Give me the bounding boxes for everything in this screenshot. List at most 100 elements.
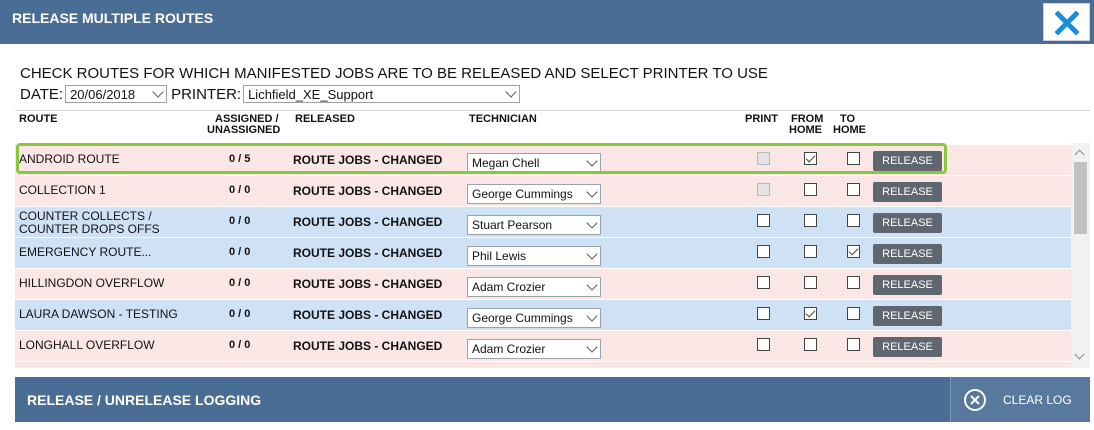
col-technician: TECHNICIAN bbox=[469, 113, 537, 125]
scroll-thumb[interactable] bbox=[1074, 162, 1087, 234]
route-name: EMERGENCY ROUTE... bbox=[19, 245, 152, 259]
date-label: DATE: bbox=[20, 85, 64, 103]
clear-log-button[interactable]: CLEAR LOG bbox=[950, 377, 1090, 422]
route-name: ANDROID ROUTE bbox=[19, 152, 120, 166]
dialog-title: RELEASE MULTIPLE ROUTES bbox=[12, 10, 214, 26]
released-status: ROUTE JOBS - CHANGED bbox=[293, 308, 443, 322]
logging-bar: RELEASE / UNRELEASE LOGGING CLEAR LOG bbox=[15, 377, 1090, 422]
chevron-down-icon bbox=[586, 279, 598, 291]
table-header: ROUTE ASSIGNED / UNASSIGNED RELEASED TEC… bbox=[15, 111, 1090, 145]
release-button[interactable]: RELEASE bbox=[873, 213, 942, 233]
released-status: ROUTE JOBS - CHANGED bbox=[293, 246, 443, 260]
table-row: COLLECTION 1 0 / 0 ROUTE JOBS - CHANGED Geo… bbox=[15, 176, 1071, 207]
technician-value: Phil Lewis bbox=[472, 249, 527, 263]
technician-select[interactable]: George Cummings bbox=[467, 308, 601, 328]
print-checkbox[interactable] bbox=[757, 152, 770, 165]
release-button[interactable]: RELEASE bbox=[873, 275, 942, 295]
chevron-down-icon bbox=[586, 341, 598, 353]
release-button[interactable]: RELEASE bbox=[873, 151, 942, 171]
route-name: LONGHALL OVERFLOW bbox=[19, 338, 155, 352]
table-scrollbar[interactable] bbox=[1071, 143, 1090, 368]
date-value: 20/06/2018 bbox=[70, 86, 136, 102]
chevron-down-icon bbox=[586, 248, 598, 260]
released-status: ROUTE JOBS - CHANGED bbox=[293, 184, 443, 198]
col-released: RELEASED bbox=[295, 113, 355, 125]
from-home-checkbox[interactable] bbox=[804, 152, 817, 165]
table-row: LONGHALL OVERFLOW 0 / 0 ROUTE JOBS - CHANG… bbox=[15, 331, 1071, 362]
to-home-checkbox[interactable] bbox=[847, 183, 860, 196]
technician-value: Stuart Pearson bbox=[472, 218, 553, 232]
release-button[interactable]: RELEASE bbox=[873, 182, 942, 202]
assigned-count: 0 / 0 bbox=[229, 246, 251, 258]
scroll-up-icon[interactable] bbox=[1074, 149, 1085, 160]
route-name-line2: COUNTER DROPS OFFS bbox=[19, 222, 160, 236]
print-checkbox[interactable] bbox=[757, 307, 770, 320]
technician-select[interactable]: Phil Lewis bbox=[467, 246, 601, 266]
technician-value: Adam Crozier bbox=[472, 280, 546, 294]
chevron-down-icon bbox=[586, 186, 598, 198]
from-home-checkbox[interactable] bbox=[804, 183, 817, 196]
from-home-checkbox[interactable] bbox=[804, 245, 817, 258]
table-row: ANDROID ROUTE 0 / 5 ROUTE JOBS - CHANGED Me… bbox=[15, 145, 1071, 176]
assigned-count: 0 / 0 bbox=[229, 277, 251, 289]
technician-select[interactable]: Megan Chell bbox=[467, 153, 601, 173]
logging-title: RELEASE / UNRELEASE LOGGING bbox=[27, 392, 262, 408]
col-print: PRINT bbox=[745, 113, 778, 125]
instructions-text: CHECK ROUTES FOR WHICH MANIFESTED JOBS A… bbox=[20, 65, 768, 82]
released-status: ROUTE JOBS - CHANGED bbox=[293, 339, 443, 353]
col-from-home: HOME bbox=[789, 124, 822, 136]
technician-select[interactable]: Adam Crozier bbox=[467, 277, 601, 297]
route-name: HILLINGDON OVERFLOW bbox=[19, 276, 165, 290]
assigned-count: 0 / 0 bbox=[229, 339, 251, 351]
route-name: COLLECTION 1 bbox=[19, 183, 106, 197]
release-button[interactable]: RELEASE bbox=[873, 306, 942, 326]
released-status: ROUTE JOBS - CHANGED bbox=[293, 153, 443, 167]
from-home-checkbox[interactable] bbox=[804, 338, 817, 351]
table-row: EMERGENCY ROUTE... 0 / 0 ROUTE JOBS - CHAN… bbox=[15, 238, 1071, 269]
technician-select[interactable]: Stuart Pearson bbox=[467, 215, 601, 235]
print-checkbox[interactable] bbox=[757, 214, 770, 227]
from-home-checkbox[interactable] bbox=[804, 307, 817, 320]
table-row: LAURA DAWSON - TESTING 0 / 0 ROUTE JOBS - … bbox=[15, 300, 1071, 331]
from-home-checkbox[interactable] bbox=[804, 214, 817, 227]
filter-row: DATE: 20/06/2018 PRINTER: Lichfield_XE_S… bbox=[20, 84, 521, 104]
to-home-checkbox[interactable] bbox=[847, 307, 860, 320]
release-button[interactable]: RELEASE bbox=[873, 244, 942, 264]
close-icon bbox=[1055, 11, 1079, 35]
print-checkbox[interactable] bbox=[757, 183, 770, 196]
assigned-count: 0 / 5 bbox=[229, 153, 251, 165]
printer-label: PRINTER: bbox=[171, 85, 242, 103]
assigned-count: 0 / 0 bbox=[229, 215, 251, 227]
from-home-checkbox[interactable] bbox=[804, 276, 817, 289]
to-home-checkbox[interactable] bbox=[847, 338, 860, 351]
printer-value: Lichfield_XE_Support bbox=[248, 86, 374, 102]
col-to-home: HOME bbox=[833, 124, 866, 136]
chevron-down-icon bbox=[586, 217, 598, 229]
technician-value: George Cummings bbox=[472, 187, 573, 201]
printer-select[interactable]: Lichfield_XE_Support bbox=[243, 85, 521, 103]
date-select[interactable]: 20/06/2018 bbox=[65, 85, 168, 103]
print-checkbox[interactable] bbox=[757, 245, 770, 258]
col-unassigned: UNASSIGNED bbox=[207, 124, 281, 136]
scroll-down-icon[interactable] bbox=[1074, 349, 1085, 360]
to-home-checkbox[interactable] bbox=[847, 152, 860, 165]
print-checkbox[interactable] bbox=[757, 338, 770, 351]
released-status: ROUTE JOBS - CHANGED bbox=[293, 215, 443, 229]
technician-value: George Cummings bbox=[472, 311, 573, 325]
technician-value: Adam Crozier bbox=[472, 342, 546, 356]
to-home-checkbox[interactable] bbox=[847, 245, 860, 258]
dialog-titlebar: RELEASE MULTIPLE ROUTES bbox=[0, 0, 1094, 44]
to-home-checkbox[interactable] bbox=[847, 214, 860, 227]
assigned-count: 0 / 0 bbox=[229, 184, 251, 196]
assigned-count: 0 / 0 bbox=[229, 308, 251, 320]
technician-select[interactable]: Adam Crozier bbox=[467, 339, 601, 359]
chevron-down-icon bbox=[505, 86, 517, 98]
release-button[interactable]: RELEASE bbox=[873, 337, 942, 357]
chevron-down-icon bbox=[152, 86, 164, 98]
col-route: ROUTE bbox=[19, 113, 58, 125]
technician-select[interactable]: George Cummings bbox=[467, 184, 601, 204]
to-home-checkbox[interactable] bbox=[847, 276, 860, 289]
close-button[interactable] bbox=[1043, 3, 1090, 41]
route-name: COUNTER COLLECTS / COUNTER DROPS OFFS bbox=[19, 210, 160, 236]
print-checkbox[interactable] bbox=[757, 276, 770, 289]
